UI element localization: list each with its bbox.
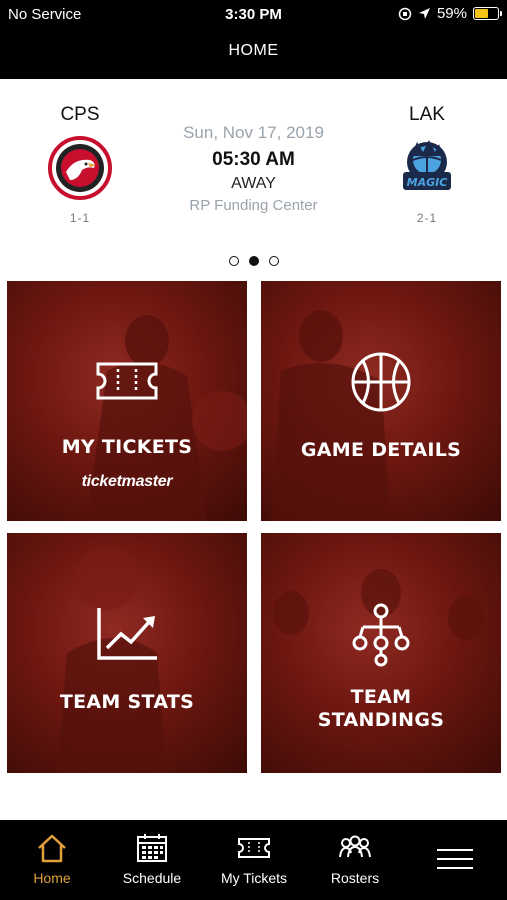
lakeland-magic-logo-icon: MAGIC — [403, 140, 451, 190]
game-time: 05:30 AM — [212, 149, 295, 170]
team-stats-tile[interactable]: TEAM STATS — [7, 533, 247, 773]
chart-icon — [97, 608, 157, 660]
carousel-dot[interactable] — [268, 256, 279, 266]
orientation-lock-icon — [398, 7, 412, 20]
people-icon — [339, 835, 371, 858]
ticket-icon — [238, 838, 270, 858]
home-team-abbr: CPS — [60, 104, 100, 125]
ticket-icon — [96, 362, 158, 400]
basketball-icon — [351, 352, 411, 412]
home-team: CPS 1-1 — [35, 104, 125, 225]
team-standings-content: TEAM STANDINGS — [261, 603, 501, 732]
nav-schedule[interactable]: Schedule — [102, 830, 202, 886]
bottom-nav: Home Schedule My Tickets Rosters — [0, 820, 507, 900]
game-details-label: GAME DETAILS — [300, 439, 462, 461]
away-team: LAK MAGIC 2-1 — [382, 104, 472, 225]
away-team-abbr: LAK — [409, 104, 445, 125]
status-right: 59% — [398, 5, 502, 22]
nav-menu[interactable] — [405, 830, 505, 888]
college-park-skyhawks-logo-icon — [48, 136, 112, 200]
carousel-dot-active[interactable] — [248, 256, 259, 266]
menu-icon — [437, 849, 473, 869]
game-details-tile[interactable]: GAME DETAILS — [261, 281, 501, 521]
nav-home-label: Home — [33, 870, 71, 886]
battery-percent: 59% — [436, 5, 467, 22]
ticketmaster-logo: ticketmaster — [81, 473, 173, 490]
game-details-content: GAME DETAILS — [261, 351, 501, 462]
carousel-dots — [0, 256, 507, 266]
standings-tree-icon — [352, 603, 410, 667]
game-card[interactable]: CPS 1-1 Sun, Nov 17, 2019 05:30 AM AWAY … — [0, 79, 507, 279]
nav-my-tickets[interactable]: My Tickets — [204, 830, 304, 886]
my-tickets-tile[interactable]: MY TICKETS ticketmaster — [7, 281, 247, 521]
nav-rosters-label: Rosters — [330, 870, 380, 886]
nav-my-tickets-label: My Tickets — [220, 870, 288, 886]
game-venue: RP Funding Center — [189, 197, 318, 214]
away-team-record: 2-1 — [416, 211, 438, 225]
my-tickets-label: MY TICKETS — [61, 436, 193, 458]
team-standings-label-line1: TEAM — [350, 686, 412, 708]
team-standings-label-line2: STANDINGS — [317, 709, 445, 731]
carousel-dot[interactable] — [228, 256, 239, 266]
home-team-record: 1-1 — [69, 211, 91, 225]
team-standings-label: TEAM STANDINGS — [261, 686, 501, 732]
page-title: HOME — [228, 42, 279, 59]
game-date: Sun, Nov 17, 2019 — [183, 123, 324, 142]
team-stats-content: TEAM STATS — [7, 606, 247, 714]
nav-rosters[interactable]: Rosters — [305, 830, 405, 886]
nav-home[interactable]: Home — [2, 830, 102, 886]
team-stats-label: TEAM STATS — [59, 691, 195, 713]
home-icon — [38, 834, 66, 863]
team-standings-tile[interactable]: TEAM STANDINGS — [261, 533, 501, 773]
location-arrow-icon — [418, 8, 430, 19]
status-bar: No Service 3:30 PM 59% — [0, 0, 507, 30]
my-tickets-content: MY TICKETS ticketmaster — [7, 361, 247, 491]
game-info: Sun, Nov 17, 2019 05:30 AM AWAY RP Fundi… — [150, 123, 357, 214]
game-location-type: AWAY — [231, 175, 276, 192]
calendar-icon — [137, 834, 167, 862]
battery-icon — [473, 7, 502, 20]
svg-text:MAGIC: MAGIC — [407, 176, 448, 189]
top-bar: No Service 3:30 PM 59% HOME — [0, 0, 507, 79]
nav-schedule-label: Schedule — [122, 870, 182, 886]
